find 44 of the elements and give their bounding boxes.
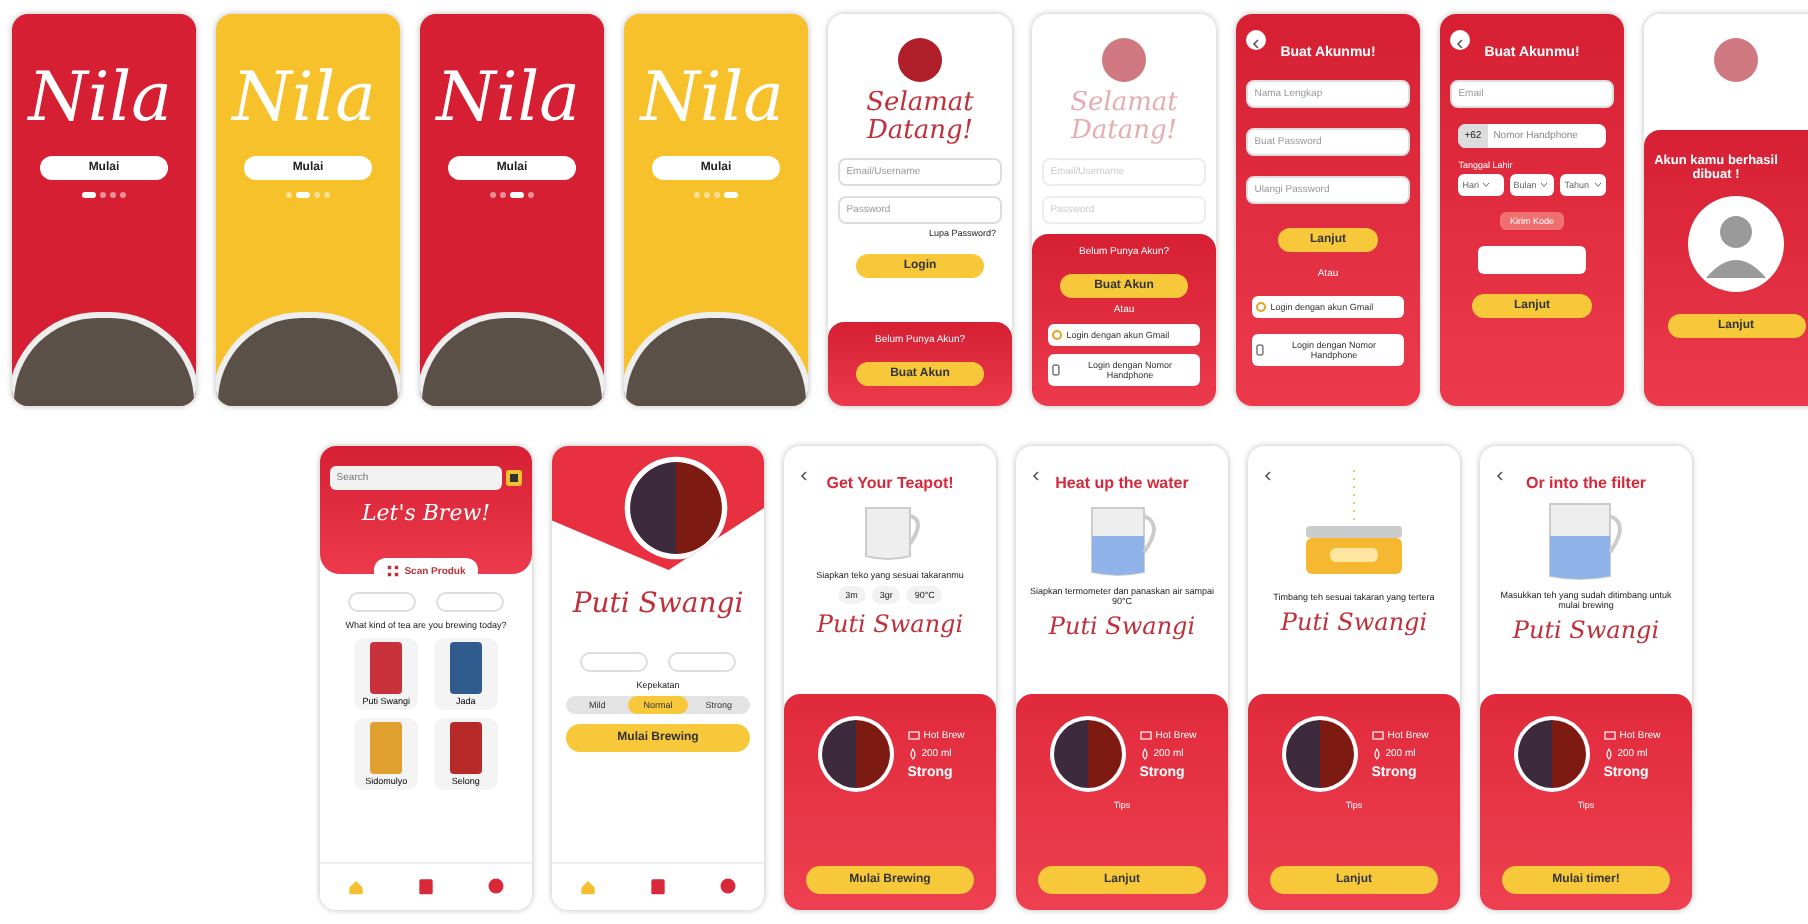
scan-icon[interactable] — [505, 470, 522, 486]
tea-bowl-drawing — [815, 714, 896, 794]
step-title: Heat up the water — [1055, 474, 1189, 492]
water-drop-icon — [1371, 747, 1382, 759]
tea-name: Puti Swangi — [1512, 618, 1660, 645]
heading: Let's Brew! — [361, 502, 491, 527]
logo: Nila — [229, 58, 378, 140]
step-title: Get Your Teapot! — [826, 474, 954, 492]
code-field[interactable] — [1477, 246, 1587, 274]
tea-bowl-drawing — [1047, 714, 1128, 794]
welcome-title: Selamat Datang! — [864, 90, 976, 148]
phone-icon — [1256, 344, 1265, 356]
pot-icon — [907, 730, 920, 740]
brand-logo-icon — [898, 38, 942, 82]
logo: Nila — [433, 58, 582, 140]
brand-logo-icon — [1714, 38, 1758, 82]
chevron-down-icon — [1540, 182, 1549, 188]
tea-bowl-drawing — [622, 454, 730, 562]
logo: Nila — [637, 58, 786, 140]
tea-name: Puti Swangi — [816, 612, 964, 639]
back-button[interactable] — [1450, 30, 1470, 50]
phone-icon — [1052, 364, 1061, 376]
tea-name: Puti Swangi — [1048, 614, 1196, 641]
google-icon — [1052, 330, 1063, 340]
person-silhouette-drawing — [1686, 194, 1786, 294]
pot-icon — [1139, 730, 1152, 740]
qr-code-icon — [386, 564, 401, 578]
welcome-title: Selamat Datang! — [1068, 90, 1180, 148]
pot-icon — [1603, 730, 1616, 740]
water-drop-icon — [1139, 747, 1150, 759]
logo: Nila — [25, 58, 174, 140]
back-button[interactable] — [1246, 30, 1266, 50]
step-title: Or into the filter — [1526, 474, 1646, 492]
water-drop-icon — [1603, 747, 1614, 759]
tea-name: Puti Swangi — [572, 590, 744, 621]
water-drop-icon — [907, 747, 918, 759]
google-icon — [1256, 302, 1267, 312]
tea-bowl-drawing — [1511, 714, 1592, 794]
tea-bowl-drawing — [1279, 714, 1360, 794]
chevron-down-icon — [1482, 182, 1491, 188]
chevron-down-icon — [1593, 182, 1602, 188]
tea-name: Puti Swangi — [1280, 610, 1428, 637]
brand-logo-icon — [1102, 38, 1146, 82]
pot-icon — [1371, 730, 1384, 740]
